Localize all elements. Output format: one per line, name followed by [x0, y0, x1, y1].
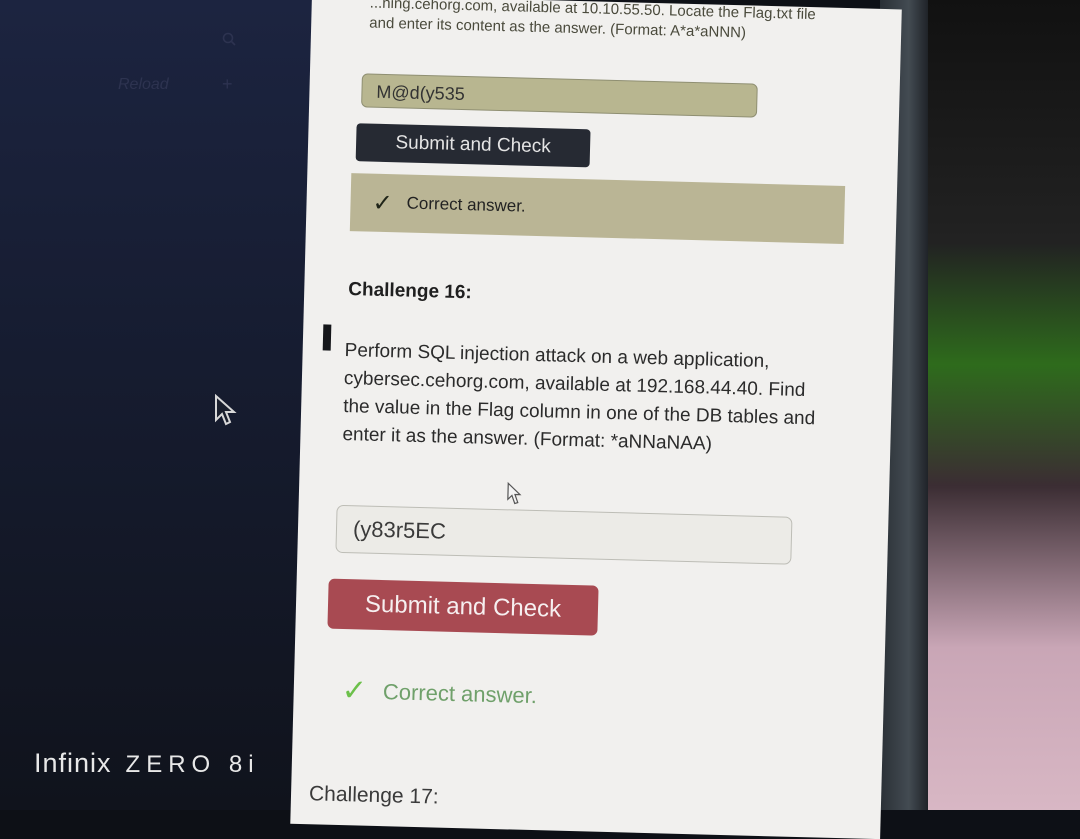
left-sidebar: Reload + Infinix ZERO 8i	[0, 0, 330, 810]
search-icon[interactable]	[222, 32, 236, 46]
previous-answer-input[interactable]: M@d(y535	[361, 73, 758, 118]
challenge-16-submit-button[interactable]: Submit and Check	[327, 578, 599, 636]
challenge-16-feedback-text: Correct answer.	[382, 678, 538, 708]
challenge-16-answer-input[interactable]: (y83r5EC	[335, 504, 793, 565]
challenge-17-title: Challenge 17:	[308, 782, 439, 809]
brand-model: ZERO 8i	[125, 751, 260, 778]
plus-icon[interactable]: +	[222, 74, 233, 95]
previous-submit-button[interactable]: Submit and Check	[355, 123, 591, 168]
text-cursor-icon	[507, 481, 522, 505]
check-icon: ✓	[341, 674, 368, 708]
challenge-16-description: Perform SQL injection attack on a web ap…	[342, 339, 816, 455]
reload-label[interactable]: Reload	[118, 76, 169, 94]
challenge-16-feedback: ✓ Correct answer.	[341, 673, 537, 713]
mouse-pointer-icon	[215, 394, 237, 426]
challenge-16-title: Challenge 16:	[348, 279, 473, 304]
check-icon: ✓	[372, 189, 394, 217]
previous-feedback-text: Correct answer.	[406, 193, 526, 216]
accent-bar	[322, 324, 332, 351]
brand-name: Infinix	[34, 748, 112, 778]
device-brand: Infinix ZERO 8i	[34, 748, 260, 779]
challenge-page: ...ning.cehorg.com, available at 10.10.5…	[290, 0, 902, 839]
previous-feedback: ✓ Correct answer.	[349, 173, 846, 245]
previous-challenge-text: ...ning.cehorg.com, available at 10.10.5…	[369, 0, 816, 42]
